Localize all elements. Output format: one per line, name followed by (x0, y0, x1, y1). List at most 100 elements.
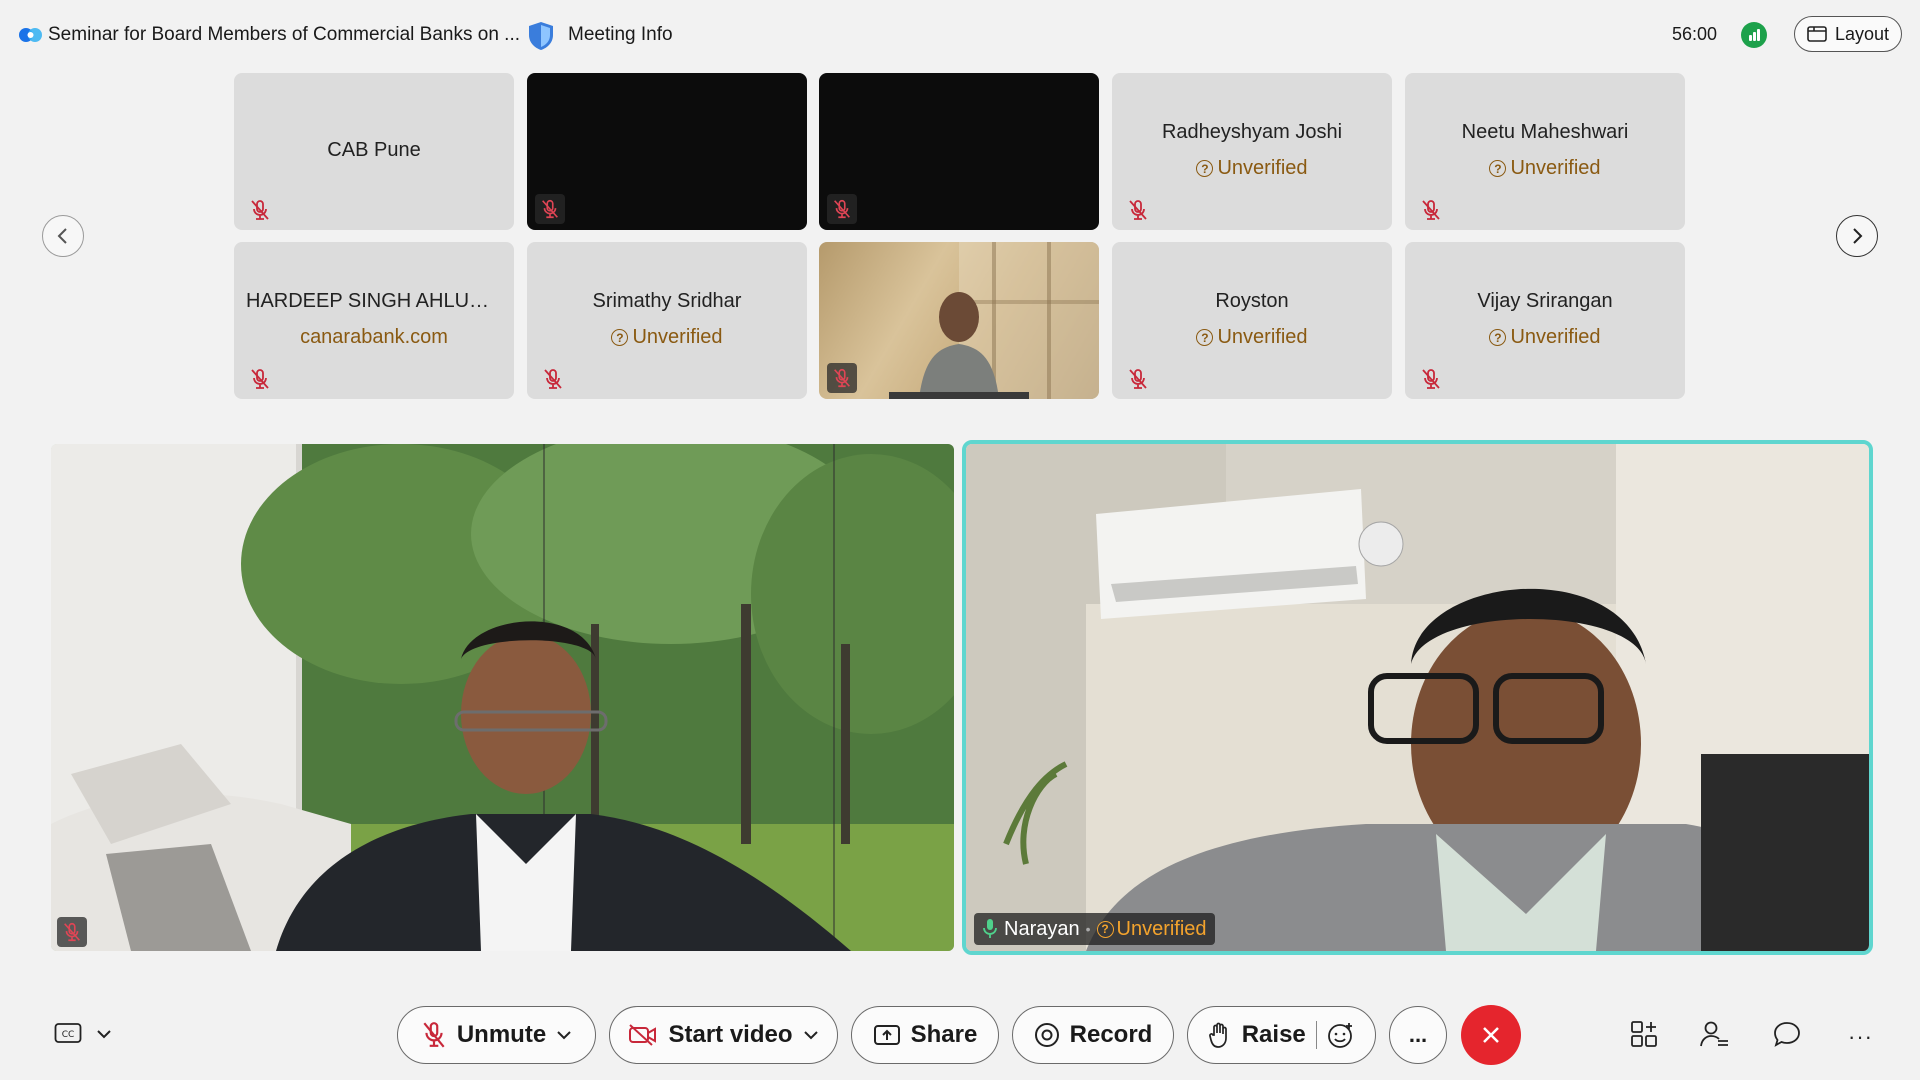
participant-name: Vijay Srirangan (1477, 290, 1613, 312)
more-options-button[interactable]: ... (1389, 1006, 1447, 1064)
participant-tile[interactable]: Radheyshyam Joshi ? Unverified (1112, 73, 1392, 230)
question-icon: ? (1196, 160, 1214, 177)
record-label: Record (1069, 1021, 1153, 1048)
question-icon: ? (1489, 329, 1507, 346)
participant-name: Srimathy Sridhar (592, 290, 742, 312)
participant-tile[interactable]: Srimathy Sridhar ? Unverified (527, 242, 807, 399)
question-icon: ? (611, 329, 629, 346)
participant-tile[interactable]: CAB Pune (234, 73, 514, 230)
chevron-down-icon[interactable] (803, 1030, 819, 1040)
participant-status: ? Unverified (1405, 326, 1685, 349)
record-button[interactable]: Record (1012, 1006, 1174, 1064)
webex-logo-icon (19, 28, 42, 42)
status-text: Unverified (1510, 157, 1601, 179)
mic-muted-indicator (535, 194, 565, 224)
participant-name: HARDEEP SINGH AHLUW... (246, 290, 504, 312)
close-icon (1483, 1027, 1499, 1043)
more-icon[interactable]: ··· (1848, 1024, 1873, 1050)
chat-icon[interactable] (1773, 1020, 1801, 1048)
mic-muted-icon (834, 368, 850, 388)
meeting-info-link[interactable]: Meeting Info (568, 24, 673, 46)
question-icon: ? (1489, 160, 1507, 177)
participant-tile[interactable]: Neetu Maheshwari ? Unverified (1405, 73, 1685, 230)
previous-page-button[interactable] (42, 215, 84, 257)
layout-button[interactable]: Layout (1794, 16, 1902, 52)
active-speaker-nametag: Narayan • ? Unverified (974, 913, 1215, 945)
participant-video (51, 444, 954, 951)
mic-muted-icon (423, 1022, 445, 1048)
share-screen-icon (873, 1025, 900, 1045)
layout-icon (1807, 26, 1827, 42)
active-speaker-status: ? Unverified (1096, 917, 1207, 941)
meeting-timer: 56:00 (1672, 24, 1718, 44)
captions-button[interactable]: CC (54, 1022, 112, 1046)
participants-icon[interactable] (1700, 1020, 1730, 1048)
share-button[interactable]: Share (851, 1006, 999, 1064)
start-video-label: Start video (668, 1021, 793, 1048)
mic-muted-icon (251, 369, 269, 389)
start-video-button[interactable]: Start video (609, 1006, 838, 1064)
participant-domain: canarabank.com (300, 326, 448, 348)
participant-video (966, 444, 1869, 951)
video-off-icon (629, 1024, 657, 1046)
mic-muted-indicator (827, 194, 857, 224)
chevron-down-icon[interactable] (556, 1030, 572, 1040)
participant-name: Royston (1215, 290, 1289, 312)
status-text: Unverified (1116, 917, 1207, 940)
meeting-title: Seminar for Board Members of Commercial … (48, 24, 521, 45)
unmute-button[interactable]: Unmute (397, 1006, 596, 1064)
share-label: Share (910, 1021, 978, 1048)
mic-muted-icon (834, 199, 850, 219)
chevron-left-icon (57, 228, 67, 244)
question-icon: ? (1096, 920, 1114, 938)
mic-muted-icon (542, 199, 558, 219)
leave-meeting-button[interactable] (1461, 1005, 1521, 1065)
status-text: Unverified (1217, 326, 1308, 348)
participant-video-tile[interactable] (819, 242, 1099, 399)
chevron-right-icon (1853, 228, 1863, 244)
mic-muted-icon (1129, 369, 1147, 389)
participant-tile[interactable] (819, 73, 1099, 230)
participant-tile[interactable] (527, 73, 807, 230)
participant-tile[interactable]: Vijay Srirangan ? Unverified (1405, 242, 1685, 399)
top-bar: Seminar for Board Members of Commercial … (0, 0, 1920, 70)
mic-muted-icon (251, 200, 269, 220)
participant-tile[interactable]: Royston ? Unverified (1112, 242, 1392, 399)
participant-name: Radheyshyam Joshi (1161, 121, 1343, 143)
participant-name: Neetu Maheshwari (1461, 121, 1629, 143)
apps-icon[interactable] (1630, 1020, 1658, 1048)
chevron-down-icon[interactable] (96, 1029, 112, 1039)
participant-status: ? Unverified (1405, 157, 1685, 180)
divider (1315, 1021, 1318, 1049)
status-text: Unverified (632, 326, 723, 348)
shield-icon[interactable] (526, 20, 556, 52)
reactions-icon[interactable] (1327, 1021, 1355, 1049)
record-icon (1034, 1023, 1059, 1047)
mic-muted-icon (1129, 200, 1147, 220)
raise-hand-button[interactable]: Raise (1187, 1006, 1376, 1064)
participant-status: ? Unverified (527, 326, 807, 349)
closed-captions-icon: CC (54, 1023, 82, 1043)
participant-tile[interactable]: HARDEEP SINGH AHLUW... canarabank.com (234, 242, 514, 399)
participant-status: ? Unverified (1112, 326, 1392, 349)
participant-status: ? Unverified (1112, 157, 1392, 180)
question-icon: ? (1196, 329, 1214, 346)
raise-hand-icon (1208, 1022, 1227, 1048)
participant-video (889, 242, 1099, 399)
stage-video-left[interactable] (51, 444, 954, 951)
mic-muted-icon (544, 369, 562, 389)
next-page-button[interactable] (1836, 215, 1878, 257)
raise-label: Raise (1241, 1021, 1306, 1048)
unmute-label: Unmute (456, 1021, 547, 1048)
active-speaker-name: Narayan (1004, 917, 1080, 940)
microphone-active-icon (983, 919, 997, 938)
mic-muted-icon (1422, 369, 1440, 389)
layout-label: Layout (1834, 23, 1890, 44)
mic-muted-indicator (57, 917, 87, 947)
stage-video-active-speaker[interactable]: Narayan • ? Unverified (962, 440, 1873, 955)
mic-muted-icon (1422, 200, 1440, 220)
participant-name: CAB Pune (327, 139, 421, 161)
mic-muted-icon (64, 922, 80, 942)
more-label: ... (1408, 1022, 1428, 1047)
network-signal-icon[interactable] (1741, 22, 1767, 48)
